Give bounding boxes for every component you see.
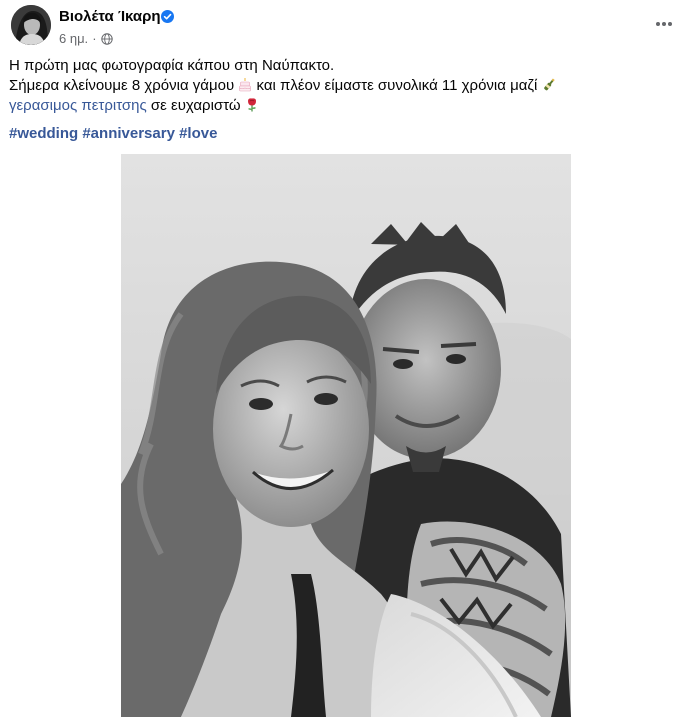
text-segment: και πλέον είμαστε συνολικά 11 χρόνια μαζ… xyxy=(252,77,542,94)
post-header: Βιολέτα Ίκαρη 6 ημ. · xyxy=(0,0,690,54)
champagne-bottle-icon xyxy=(543,78,555,91)
author-name[interactable]: Βιολέτα Ίκαρη xyxy=(59,8,161,25)
hashtag-wedding[interactable]: #wedding xyxy=(9,125,78,142)
post-text-line-1: Η πρώτη μας φωτογραφία κάπου στη Ναύπακτ… xyxy=(9,57,335,74)
hashtag-anniversary[interactable]: #anniversary xyxy=(82,125,175,142)
more-horizontal-icon xyxy=(656,22,672,26)
mention-link[interactable]: γερασιμος πετριτσης xyxy=(9,97,147,114)
globe-icon[interactable] xyxy=(100,32,113,45)
post-media xyxy=(0,154,690,717)
birthday-cake-icon xyxy=(239,78,252,92)
hashtag-row: #wedding #anniversary #love xyxy=(9,124,217,144)
post-timestamp[interactable]: 6 ημ. xyxy=(59,31,88,46)
meta-separator: · xyxy=(92,31,97,46)
author-avatar[interactable] xyxy=(11,5,51,45)
more-options-button[interactable] xyxy=(648,8,680,40)
post-photo[interactable] xyxy=(121,154,571,717)
post-text-line-3: γερασιμος πετριτσης σε ευχαριστώ xyxy=(9,96,681,116)
couple-selfie-photo xyxy=(121,154,571,717)
text-segment: σε ευχαριστώ xyxy=(146,97,245,114)
avatar-image xyxy=(11,5,51,45)
text-segment: Σήμερα κλείνουμε 8 χρόνια γάμου xyxy=(9,77,239,94)
verified-badge-icon xyxy=(161,10,174,23)
hashtag-love[interactable]: #love xyxy=(179,125,217,142)
post-text-line-2: Σήμερα κλείνουμε 8 χρόνια γάμου και πλέο… xyxy=(9,76,681,96)
post-text: Η πρώτη μας φωτογραφία κάπου στη Ναύπακτ… xyxy=(9,56,681,116)
rose-icon xyxy=(247,98,256,112)
post-meta: 6 ημ. · xyxy=(59,31,113,46)
